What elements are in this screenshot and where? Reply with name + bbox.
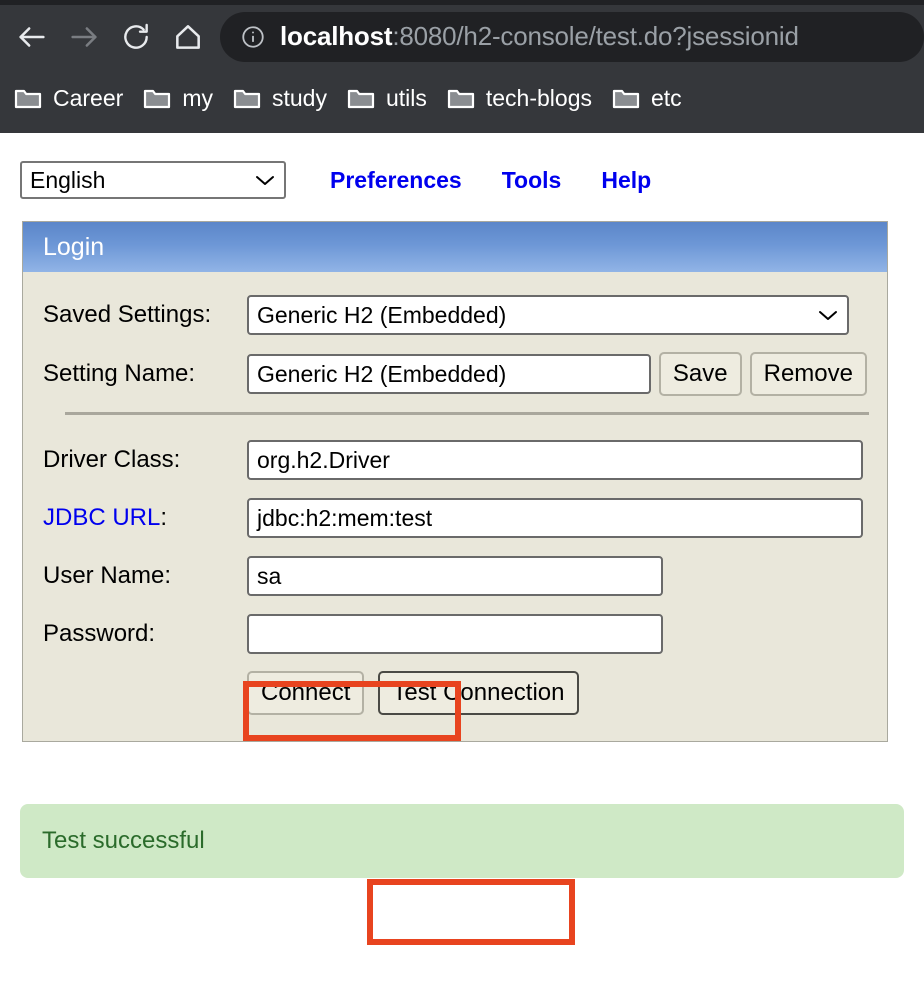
driver-class-input[interactable]: org.h2.Driver xyxy=(247,440,863,480)
folder-glyph xyxy=(347,89,375,109)
folder-icon xyxy=(347,86,375,110)
bookmark-my[interactable]: my xyxy=(137,76,227,120)
info-circle-icon[interactable] xyxy=(240,24,266,50)
row-user-name: User Name: sa xyxy=(43,555,867,597)
test-connection-button[interactable]: Test Connection xyxy=(378,671,579,715)
jdbc-url-value: jdbc:h2:mem:test xyxy=(257,504,433,531)
form-separator xyxy=(65,412,869,415)
address-bar[interactable]: localhost:8080/h2-console/test.do?jsessi… xyxy=(220,11,924,62)
password-input[interactable] xyxy=(247,614,663,654)
jdbc-url-link[interactable]: JDBC URL xyxy=(43,504,160,531)
bookmark-utils[interactable]: utils xyxy=(341,76,441,120)
url-text: localhost:8080/h2-console/test.do?jsessi… xyxy=(280,21,799,52)
bookmark-label: etc xyxy=(651,84,682,111)
setting-name-value: Generic H2 (Embedded) xyxy=(257,360,507,387)
saved-settings-label: Saved Settings: xyxy=(43,301,212,328)
row-password: Password: xyxy=(43,613,867,655)
login-panel-header: Login xyxy=(23,222,887,272)
user-name-label: User Name: xyxy=(43,562,172,589)
highlight-box-test-connection xyxy=(367,879,575,945)
saved-settings-select[interactable]: Generic H2 (Embedded) xyxy=(247,295,849,335)
h2-console-page: English Preferences Tools Help Login Sav… xyxy=(0,133,924,1002)
save-button[interactable]: Save xyxy=(658,352,742,396)
status-message-box: Test successful xyxy=(20,804,904,878)
chevron-down-icon xyxy=(819,311,837,320)
bookmark-study[interactable]: study xyxy=(227,76,341,120)
browser-nav-row: localhost:8080/h2-console/test.do?jsessi… xyxy=(0,5,924,68)
url-host: localhost xyxy=(280,21,393,51)
driver-class-value: org.h2.Driver xyxy=(257,446,390,473)
user-name-input[interactable]: sa xyxy=(247,556,663,596)
console-menu-links: Preferences Tools Help xyxy=(330,167,651,194)
language-select[interactable]: English xyxy=(20,161,286,199)
bookmark-label: utils xyxy=(385,84,427,111)
menu-link-preferences[interactable]: Preferences xyxy=(330,167,462,194)
chevron-down-icon xyxy=(256,176,274,185)
user-name-value: sa xyxy=(257,562,282,589)
back-button[interactable] xyxy=(6,11,58,63)
home-icon xyxy=(176,24,200,49)
browser-chrome: localhost:8080/h2-console/test.do?jsessi… xyxy=(0,0,924,133)
password-label: Password: xyxy=(43,620,156,647)
bookmark-etc[interactable]: etc xyxy=(606,76,696,120)
setting-name-input[interactable]: Generic H2 (Embedded) xyxy=(247,354,651,394)
login-form: Saved Settings: Generic H2 (Embedded) Se… xyxy=(23,272,887,741)
console-toolbar: English Preferences Tools Help xyxy=(0,133,924,199)
forward-button[interactable] xyxy=(58,11,110,63)
driver-class-label: Driver Class: xyxy=(43,446,181,473)
row-driver-class: Driver Class: org.h2.Driver xyxy=(43,439,867,481)
folder-glyph xyxy=(233,89,261,109)
remove-button[interactable]: Remove xyxy=(749,352,867,396)
row-saved-settings: Saved Settings: Generic H2 (Embedded) xyxy=(43,294,867,336)
bookmark-tech-blogs[interactable]: tech-blogs xyxy=(441,76,606,120)
connect-button[interactable]: Connect xyxy=(247,671,365,715)
jdbc-url-label-colon: : xyxy=(160,504,168,531)
reload-icon xyxy=(124,23,148,49)
login-action-buttons: Connect Test Connection xyxy=(43,671,867,715)
bookmark-label: Career xyxy=(53,84,124,111)
login-panel: Login Saved Settings: Generic H2 (Embedd… xyxy=(22,221,888,742)
arrow-right-icon xyxy=(71,26,97,47)
reload-button[interactable] xyxy=(110,11,162,63)
folder-glyph xyxy=(447,89,474,109)
bookmarks-bar: Career my study utils tech-blogs etc xyxy=(0,68,924,128)
folder-glyph xyxy=(14,89,42,109)
row-setting-name: Setting Name: Generic H2 (Embedded) Save… xyxy=(43,352,867,396)
folder-icon xyxy=(233,86,261,110)
jdbc-url-input[interactable]: jdbc:h2:mem:test xyxy=(247,498,863,538)
row-jdbc-url: JDBC URL: jdbc:h2:mem:test xyxy=(43,497,867,539)
folder-icon xyxy=(612,86,640,110)
folder-glyph xyxy=(144,89,171,109)
folder-glyph xyxy=(612,89,640,109)
status-message-text: Test successful xyxy=(42,827,205,854)
bookmark-label: study xyxy=(271,84,327,111)
jdbc-url-label: JDBC URL: xyxy=(43,504,247,532)
arrow-left-icon xyxy=(19,26,45,47)
page-title: Login xyxy=(43,232,105,261)
folder-icon xyxy=(143,86,171,110)
folder-icon xyxy=(447,86,475,110)
menu-link-help[interactable]: Help xyxy=(601,167,651,194)
setting-name-label: Setting Name: xyxy=(43,360,196,387)
language-select-value: English xyxy=(30,166,106,193)
folder-icon xyxy=(14,86,42,110)
saved-settings-value: Generic H2 (Embedded) xyxy=(257,301,507,328)
bookmark-label: tech-blogs xyxy=(485,84,592,111)
url-path: :8080/h2-console/test.do?jsessionid xyxy=(392,21,799,51)
home-button[interactable] xyxy=(162,11,214,63)
bookmark-career[interactable]: Career xyxy=(8,76,137,120)
menu-link-tools[interactable]: Tools xyxy=(502,167,562,194)
bookmark-label: my xyxy=(182,84,213,111)
